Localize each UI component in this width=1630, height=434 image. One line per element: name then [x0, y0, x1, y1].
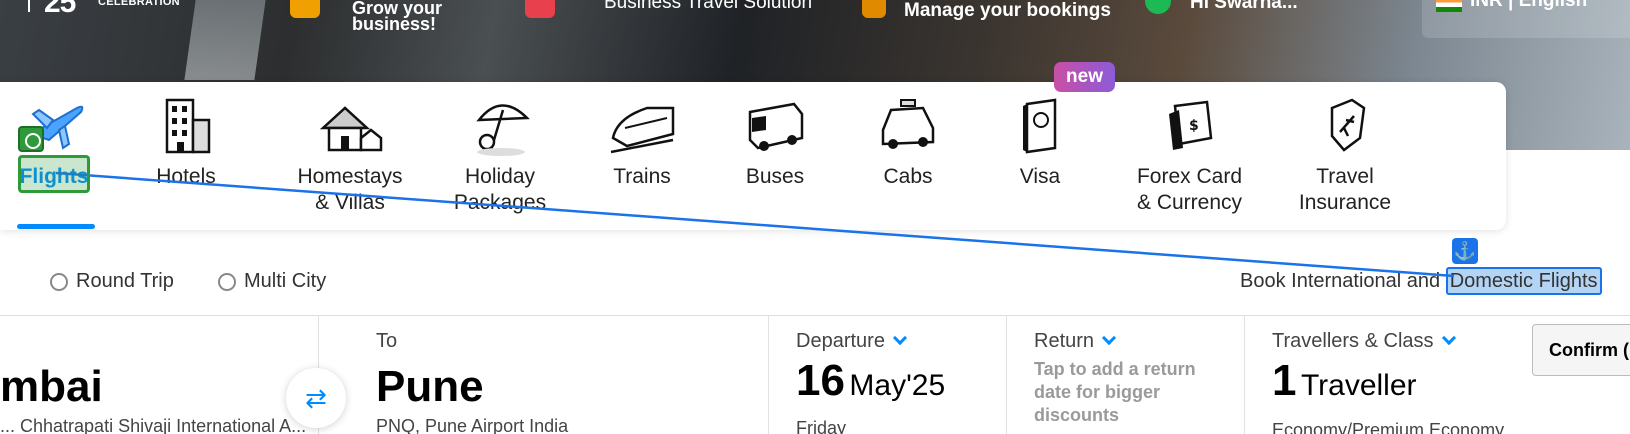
chevron-down-icon: [1441, 330, 1456, 346]
round-trip-radio[interactable]: [50, 272, 68, 291]
book-prefix: Book International and: [1240, 270, 1446, 292]
product-nav: Flights Hotels Homestays & Villas Holida…: [0, 62, 1506, 230]
briefcase-icon: [290, 0, 320, 18]
train-icon: [610, 106, 675, 154]
mybiz-icon: [525, 0, 555, 18]
nav-label-buses: Buses: [745, 165, 805, 188]
nav-label-cabs: Cabs: [883, 165, 933, 188]
return-label: Return: [1034, 330, 1095, 352]
multi-city-radio[interactable]: [218, 272, 236, 291]
car-icon: [881, 99, 935, 149]
bus-icon: [748, 102, 804, 151]
forex-card-icon: $: [1168, 100, 1212, 150]
from-field[interactable]: mbai ... Chhatrapati Shivaji Internation…: [0, 316, 318, 434]
departure-day: 16: [796, 356, 845, 405]
multi-city-label: Multi City: [244, 270, 327, 292]
logo-subtext: CELEBRATION: [98, 0, 180, 8]
round-trip-option[interactable]: Round Trip: [50, 270, 174, 293]
departure-weekday: Friday: [796, 418, 847, 434]
travellers-label: Travellers & Class: [1272, 330, 1434, 352]
language-selector[interactable]: INR | English: [1422, 0, 1630, 38]
nav-label-holiday-packages: Holiday Packages: [453, 165, 547, 214]
anchor-icon: ⚓: [1452, 238, 1478, 264]
nav-label-visa: Visa: [1019, 165, 1061, 188]
business-travel-link[interactable]: Business Travel Solution: [604, 0, 812, 12]
nav-item-cabs[interactable]: Cabs: [858, 82, 958, 230]
nav-item-buses[interactable]: Buses: [725, 82, 825, 230]
india-flag-icon: [1436, 0, 1462, 12]
hotel-building-icon: [165, 98, 211, 154]
to-label: To: [376, 330, 398, 352]
flight-search-form: mbai ... Chhatrapati Shivaji Internation…: [0, 315, 1630, 434]
return-field[interactable]: Return Tap to add a return date for bigg…: [1006, 316, 1244, 434]
multi-city-option[interactable]: Multi City: [218, 270, 326, 293]
nav-item-holiday-packages[interactable]: Holiday Packages: [440, 82, 560, 230]
language-label: INR | English: [1470, 0, 1588, 11]
house-icon: [319, 106, 383, 152]
promo-line-2: business!: [352, 14, 437, 34]
to-airport: PNQ, Pune Airport India: [376, 416, 569, 434]
suitcase-icon: [862, 0, 886, 18]
passport-icon: [1023, 98, 1057, 154]
nav-item-hotels[interactable]: Hotels: [136, 82, 236, 230]
shield-plane-icon: [1330, 98, 1366, 152]
from-city: mbai: [0, 362, 103, 411]
departure-date: 16 May'25: [796, 356, 945, 406]
drag-source-highlight: [18, 155, 90, 193]
nav-label-hotels: Hotels: [156, 165, 216, 188]
nav-item-trains[interactable]: Trains: [592, 82, 692, 230]
beach-umbrella-icon: [476, 104, 530, 156]
user-greeting[interactable]: Hi Swarna...: [1190, 0, 1298, 12]
active-tab-indicator: [17, 224, 95, 229]
nav-label-travel-insurance: Travel Insurance: [1298, 165, 1392, 214]
return-hint: Tap to add a return date for bigger disc…: [1034, 359, 1196, 425]
travellers-word: Traveller: [1300, 369, 1417, 402]
return-label-wrap: Return: [1034, 330, 1117, 353]
nav-label-forex: Forex Card & Currency: [1136, 165, 1243, 214]
travellers-label-wrap: Travellers & Class: [1272, 330, 1456, 353]
to-city: Pune: [376, 362, 484, 411]
nav-item-travel-insurance[interactable]: Travel Insurance: [1290, 82, 1400, 230]
manage-bookings-link[interactable]: Manage your bookings: [904, 1, 1111, 20]
new-badge: new: [1054, 62, 1115, 92]
nav-label-homestays: Homestays & Villas: [297, 165, 403, 214]
travel-class: Economy/Premium Economy: [1272, 420, 1505, 434]
svg-text:$: $: [1189, 118, 1199, 134]
book-flights-text: Book International and Domestic Flights: [1240, 267, 1602, 295]
nav-item-visa[interactable]: Visa: [990, 82, 1090, 230]
round-trip-label: Round Trip: [76, 270, 174, 292]
confirm-button[interactable]: Confirm (I: [1532, 324, 1630, 376]
chevron-down-icon: [1101, 330, 1117, 346]
travellers-count-wrap: 1 Traveller: [1272, 356, 1417, 406]
user-avatar[interactable]: [1145, 0, 1171, 14]
departure-label: Departure: [796, 330, 885, 352]
travellers-count: 1: [1272, 356, 1297, 405]
nav-item-forex[interactable]: $ Forex Card & Currency: [1122, 82, 1257, 230]
departure-month: May'25: [849, 369, 946, 402]
swap-cities-button[interactable]: ⇄: [286, 368, 346, 428]
to-field[interactable]: To Pune PNQ, Pune Airport India: [318, 316, 768, 434]
nav-label-trains: Trains: [613, 165, 671, 188]
top-header: 25 CELEBRATION Grow your business! Busin…: [0, 0, 1630, 40]
from-airport: ... Chhatrapati Shivaji International A.…: [0, 416, 307, 434]
target-icon: [18, 126, 44, 152]
travellers-field[interactable]: Travellers & Class 1 Traveller Economy/P…: [1244, 316, 1544, 434]
departure-field[interactable]: Departure 16 May'25 Friday: [768, 316, 1006, 434]
chevron-down-icon: [892, 330, 908, 346]
domestic-flights-link[interactable]: Domestic Flights: [1445, 267, 1602, 295]
logo-divider: [28, 0, 30, 12]
logo-number: 25: [44, 0, 76, 19]
nav-item-homestays[interactable]: Homestays & Villas: [280, 82, 420, 230]
departure-label-wrap: Departure: [796, 330, 908, 353]
promo-text[interactable]: Grow your business!: [352, 0, 442, 34]
